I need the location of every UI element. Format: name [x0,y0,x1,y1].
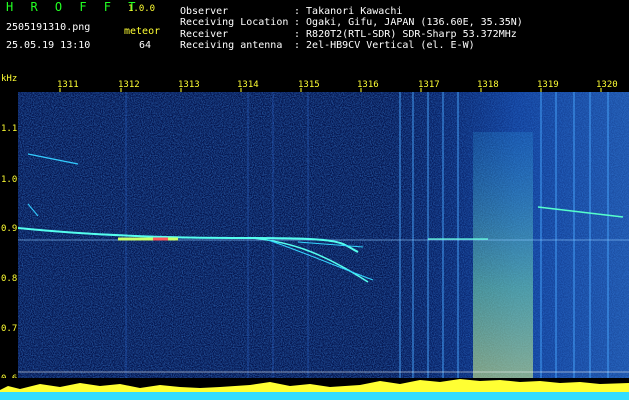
receiver-value: : R820T2(RTL-SDR) SDR-Sharp 53.372MHz [294,29,517,40]
y-tick-0.8: 0.8 [1,274,18,284]
y-axis-unit: kHz [1,74,18,84]
meteor-label: meteor [124,26,161,37]
app-version: 1.0.0 [128,4,156,14]
meteor-count: 64 [139,40,152,51]
location-label: Receiving Location [180,17,289,28]
location-value: : Ogaki, Gifu, JAPAN (136.60E, 35.35N) [294,17,523,28]
y-tick-1.1: 1.1 [1,124,18,134]
y-tick-1.0: 1.0 [1,175,18,185]
y-tick-0.7: 0.7 [1,324,18,334]
spectrogram-plot [18,92,629,400]
observer-label: Observer [180,6,229,17]
receiver-label: Receiver [180,29,229,40]
filename-label: 2505191310.png [6,22,91,33]
app-title: H R O F F T [6,0,141,14]
antenna-value: : 2el-HB9CV Vertical (el. E-W) [294,40,475,51]
antenna-label: Receiving antenna [180,40,283,51]
signal-level-strip [0,378,629,400]
datetime-label: 25.05.19 13:10 [6,40,91,51]
observer-value: : Takanori Kawachi [294,6,403,17]
y-tick-0.9: 0.9 [1,224,18,234]
spectrogram-window: H R O F F T 1.0.0 2505191310.png 25.05.1… [0,0,629,400]
